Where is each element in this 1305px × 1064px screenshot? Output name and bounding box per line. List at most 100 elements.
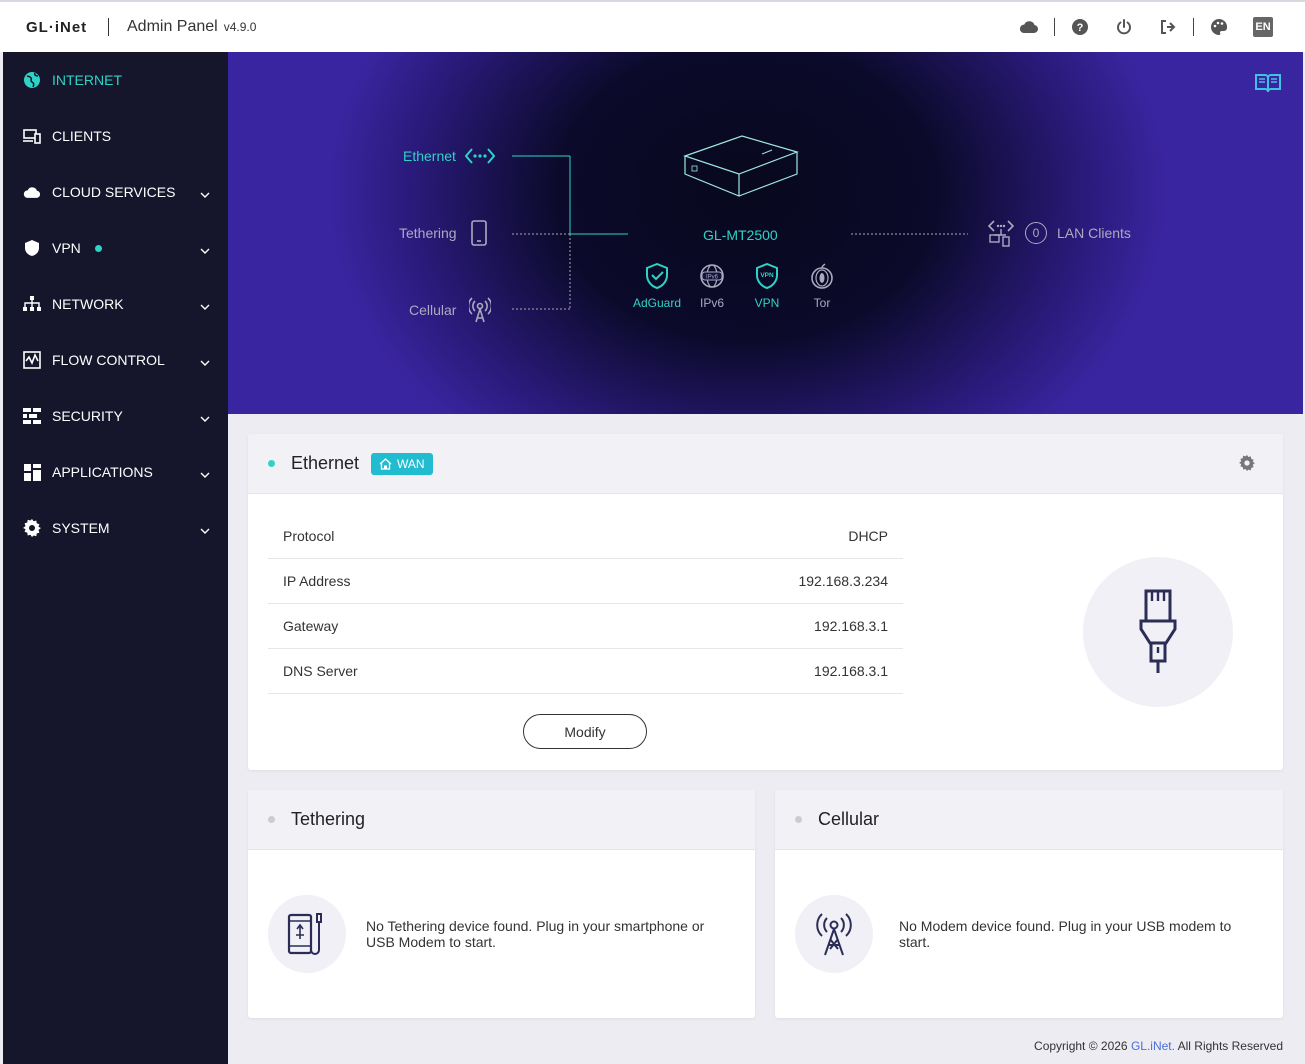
chevron-down-icon: [200, 521, 210, 537]
tethering-card-header: Tethering: [248, 790, 755, 850]
theme-palette-icon[interactable]: [1208, 16, 1230, 38]
power-icon[interactable]: [1113, 16, 1135, 38]
sidebar-item-security[interactable]: SECURITY: [3, 388, 228, 444]
sidebar-item-label: FLOW CONTROL: [52, 352, 165, 368]
sidebar-item-network[interactable]: NETWORK: [3, 276, 228, 332]
settings-gear-icon[interactable]: [1239, 455, 1255, 476]
sidebar-item-clients[interactable]: CLIENTS: [3, 108, 228, 164]
grid-icon: [23, 463, 41, 481]
row-label: Gateway: [283, 618, 339, 634]
lan-clients-icon: [987, 219, 1015, 252]
wan-badge: WAN: [371, 452, 433, 475]
tethering-link-label[interactable]: Tethering: [399, 225, 457, 241]
language-label: EN: [1253, 17, 1273, 37]
globe-icon: [23, 71, 41, 89]
flow-icon: [23, 351, 41, 369]
table-row: Protocol DHCP: [268, 514, 903, 559]
ethernet-card: Ethernet WAN Protocol DHCP IP Address 19…: [248, 434, 1283, 770]
cloud-icon: [23, 183, 41, 201]
svg-text:VPN: VPN: [760, 272, 774, 279]
ethernet-card-title: Ethernet: [291, 453, 360, 473]
chevron-down-icon: [200, 241, 210, 257]
help-icon[interactable]: ?: [1069, 16, 1091, 38]
network-icon: [23, 295, 41, 313]
brand-link[interactable]: GL.iNet.: [1131, 1039, 1175, 1053]
topology-banner: Ethernet Tethering Cellular GL-MT2500 Ad…: [228, 52, 1303, 414]
cellular-card-header: Cellular: [775, 790, 1283, 850]
version-label: v4.9.0: [223, 20, 257, 34]
row-value: DHCP: [848, 528, 888, 544]
ethernet-link-label[interactable]: Ethernet: [403, 148, 456, 164]
language-selector[interactable]: EN: [1252, 16, 1274, 38]
sidebar-item-system[interactable]: SYSTEM: [3, 500, 228, 556]
cloud-icon[interactable]: [1018, 16, 1040, 38]
antenna-icon: [467, 297, 493, 328]
row-value: 192.168.3.234: [798, 573, 888, 589]
tethering-card: Tethering No Tethering device found. Plu…: [248, 790, 755, 1018]
service-label: VPN: [754, 296, 780, 310]
table-row: IP Address 192.168.3.234: [268, 559, 903, 604]
service-tor[interactable]: Tor: [792, 262, 852, 310]
sidebar-item-applications[interactable]: APPLICATIONS: [3, 444, 228, 500]
service-vpn[interactable]: VPN VPN: [737, 262, 797, 310]
sidebar-item-label: INTERNET: [52, 72, 122, 88]
shield-icon: [23, 239, 41, 257]
sidebar-item-label: VPN: [52, 240, 81, 256]
svg-text:?: ?: [1077, 22, 1084, 34]
sidebar-item-vpn[interactable]: VPN: [3, 220, 228, 276]
cell-tower-icon: [816, 913, 852, 956]
ethernet-icon: [464, 147, 496, 170]
guide-book-icon[interactable]: [1255, 72, 1281, 99]
cellular-card-title: Cellular: [818, 809, 880, 829]
cellular-card: Cellular No Modem device found. Plug in …: [775, 790, 1283, 1018]
cellular-message: No Modem device found. Plug in your USB …: [899, 918, 1232, 950]
footer: Copyright © 2026 GL.iNet. All Rights Res…: [1034, 1039, 1283, 1053]
top-toolbar: ? EN: [1007, 2, 1285, 52]
logo: GL·iNet: [26, 18, 88, 36]
chevron-down-icon: [200, 465, 210, 481]
sidebar-item-flow-control[interactable]: FLOW CONTROL: [3, 332, 228, 388]
adguard-icon: [627, 262, 687, 290]
chevron-down-icon: [200, 297, 210, 313]
ethernet-status-dot: [268, 460, 275, 467]
cellular-link-label[interactable]: Cellular: [409, 302, 456, 318]
ethernet-card-header: Ethernet WAN: [248, 434, 1283, 494]
service-ipv6[interactable]: IPv6 IPv6: [682, 262, 742, 310]
lan-clients-label[interactable]: LAN Clients: [1057, 225, 1131, 241]
tor-onion-icon: [792, 262, 852, 290]
vpn-status-dot: [94, 244, 102, 252]
ethernet-info-table: Protocol DHCP IP Address 192.168.3.234 G…: [268, 514, 903, 694]
service-label: Tor: [813, 296, 831, 310]
tethering-message: No Tethering device found. Plug in your …: [366, 918, 705, 950]
toolbar-divider: [1193, 18, 1194, 36]
phone-icon: [471, 220, 487, 251]
service-label: IPv6: [699, 296, 724, 310]
ethernet-cable-icon: [1139, 589, 1177, 673]
sidebar-item-internet[interactable]: INTERNET: [3, 52, 228, 108]
sidebar-item-label: CLIENTS: [52, 128, 112, 144]
gear-icon: [23, 519, 41, 537]
sidebar-item-label: SYSTEM: [52, 520, 110, 536]
sidebar-item-label: CLOUD SERVICES: [52, 184, 176, 200]
table-row: DNS Server 192.168.3.1: [268, 649, 903, 694]
sidebar-item-cloud-services[interactable]: CLOUD SERVICES: [3, 164, 228, 220]
tethering-card-title: Tethering: [291, 809, 366, 829]
firewall-icon: [23, 407, 41, 425]
phone-usb-icon: [287, 913, 322, 955]
toolbar-divider: [1054, 18, 1055, 36]
cellular-status-dot: [795, 816, 802, 823]
top-bar: GL·iNet Admin Panel v4.9.0 ? EN: [0, 0, 1305, 52]
sidebar-item-label: SECURITY: [52, 408, 123, 424]
rights-text: All Rights Reserved: [1177, 1039, 1283, 1053]
row-label: DNS Server: [283, 663, 358, 679]
chevron-down-icon: [200, 409, 210, 425]
ipv6-globe-icon: IPv6: [682, 262, 742, 290]
row-label: Protocol: [283, 528, 335, 544]
service-adguard[interactable]: AdGuard: [627, 262, 687, 310]
cellular-illustration: [795, 895, 873, 973]
chevron-down-icon: [200, 353, 210, 369]
modify-button[interactable]: Modify: [523, 714, 647, 749]
row-value: 192.168.3.1: [814, 618, 888, 634]
logout-icon[interactable]: [1157, 16, 1179, 38]
sidebar-item-label: NETWORK: [52, 296, 124, 312]
